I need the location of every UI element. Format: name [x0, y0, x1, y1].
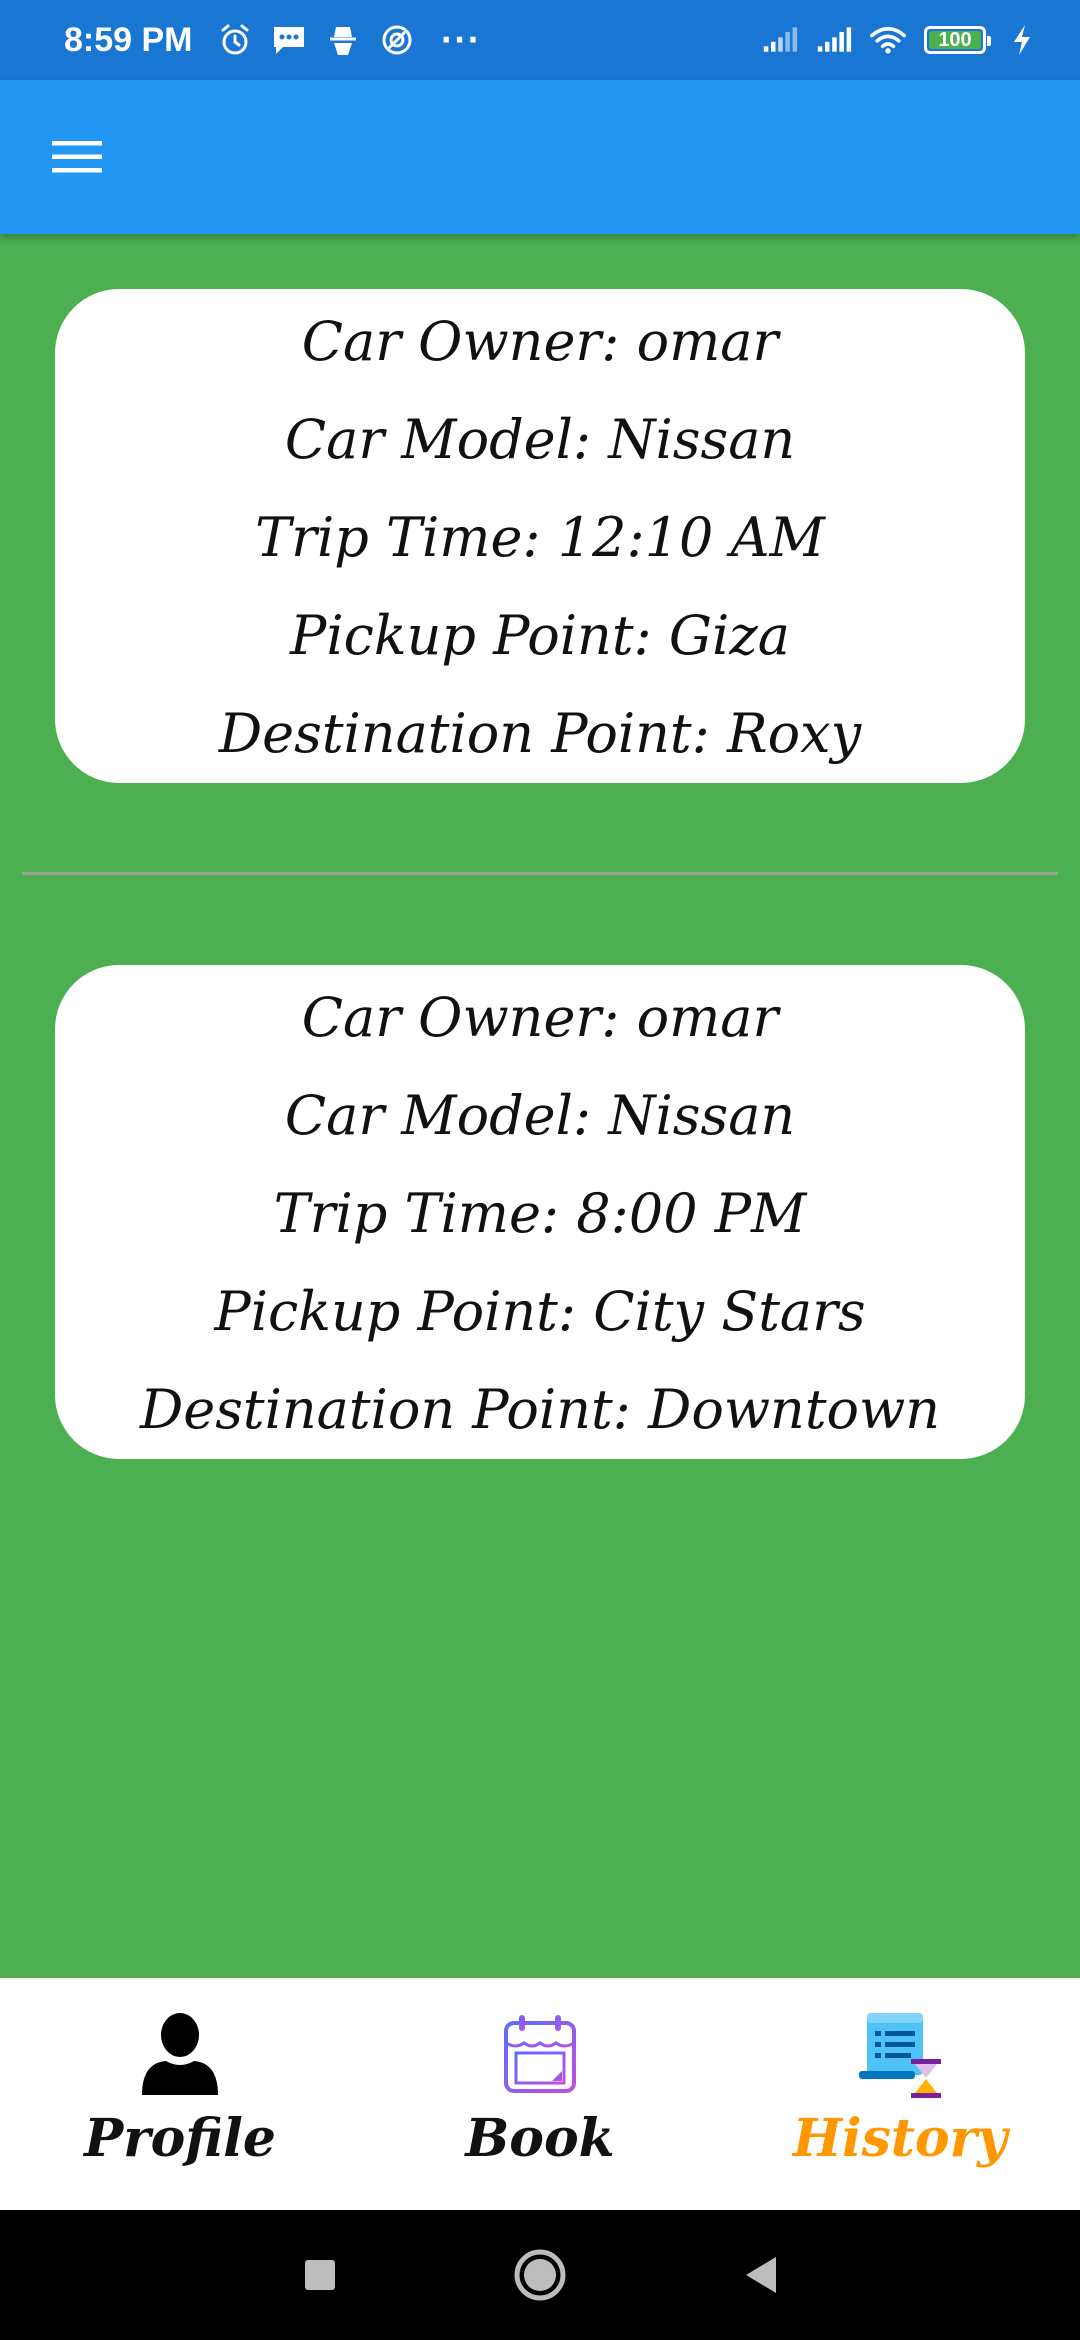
pickup-point: Pickup Point: Giza — [290, 604, 790, 667]
trip-time: Trip Time: 12:10 AM — [255, 506, 825, 569]
bottom-navigation: Profile Book History — [0, 1978, 1080, 2210]
app-bar — [0, 80, 1080, 234]
circle-icon — [514, 2249, 566, 2301]
recents-button[interactable] — [285, 2240, 355, 2310]
battery-icon: 100 — [924, 26, 991, 54]
trip-card[interactable]: Car Owner: omar Car Model: Nissan Trip T… — [55, 289, 1025, 783]
alarm-icon — [217, 22, 253, 58]
square-icon — [305, 2260, 335, 2290]
car-owner: Car Owner: omar — [301, 310, 779, 373]
nav-label-book: Book — [465, 2108, 615, 2169]
menu-button[interactable] — [44, 124, 110, 190]
status-time: 8:59 PM — [64, 20, 193, 59]
status-right: 100 — [762, 22, 1040, 58]
divider — [22, 872, 1058, 875]
vpn-icon — [379, 22, 415, 58]
car-owner: Car Owner: omar — [301, 986, 779, 1049]
triangle-back-icon — [746, 2257, 776, 2293]
car-model: Car Model: Nissan — [284, 1084, 796, 1147]
back-button[interactable] — [725, 2240, 795, 2310]
battery-level: 100 — [938, 28, 972, 51]
status-bar: 8:59 PM ··· 100 — [0, 0, 1080, 80]
home-button[interactable] — [505, 2240, 575, 2310]
more-dots-icon: ··· — [440, 22, 481, 58]
wifi-icon — [870, 22, 906, 58]
pickup-point: Pickup Point: City Stars — [214, 1280, 866, 1343]
signal-icon — [762, 22, 798, 58]
nav-label-history: History — [792, 2108, 1008, 2169]
person-icon — [132, 2006, 228, 2102]
charging-icon — [1004, 22, 1040, 58]
signal-icon — [816, 22, 852, 58]
nav-item-profile[interactable]: Profile — [0, 1978, 360, 2210]
system-navigation-bar — [0, 2210, 1080, 2340]
destination-point: Destination Point: Downtown — [139, 1378, 941, 1441]
destination-point: Destination Point: Roxy — [218, 702, 862, 765]
nav-label-profile: Profile — [84, 2108, 276, 2169]
nav-item-history[interactable]: History — [720, 1978, 1080, 2210]
nav-item-book[interactable]: Book — [360, 1978, 720, 2210]
car-model: Car Model: Nissan — [284, 408, 796, 471]
hamburger-menu-icon — [52, 141, 102, 173]
status-left: 8:59 PM ··· — [64, 21, 481, 60]
history-icon — [852, 2006, 948, 2102]
trip-card[interactable]: Car Owner: omar Car Model: Nissan Trip T… — [55, 965, 1025, 1459]
calendar-icon — [492, 2006, 588, 2102]
trip-time: Trip Time: 8:00 PM — [273, 1182, 807, 1245]
message-icon — [271, 22, 307, 58]
incognito-icon — [325, 22, 361, 58]
